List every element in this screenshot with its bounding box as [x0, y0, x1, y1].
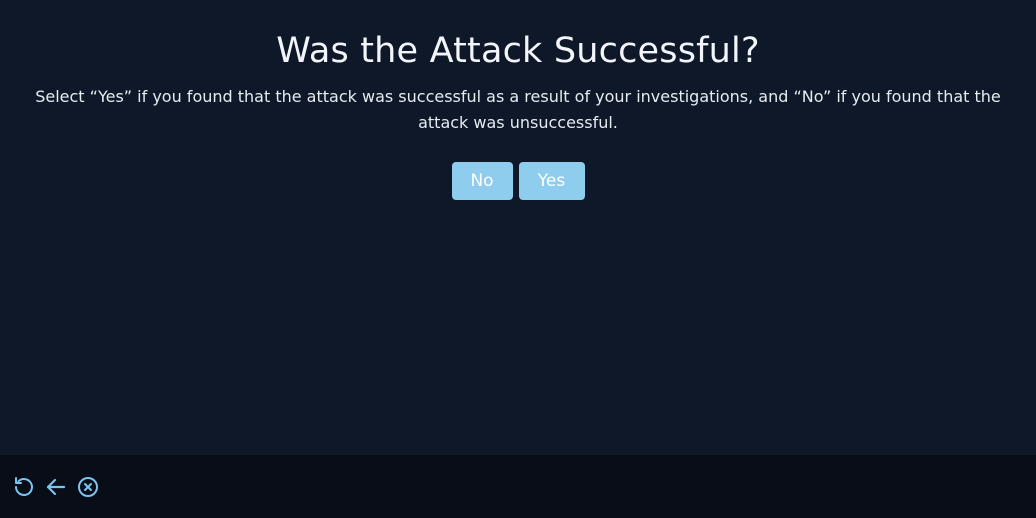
main-panel: Was the Attack Successful? Select “Yes” …: [0, 0, 1036, 455]
answer-buttons: No Yes: [0, 162, 1036, 200]
no-button[interactable]: No: [451, 162, 513, 200]
close-circle-icon[interactable]: [76, 475, 100, 499]
back-arrow-icon[interactable]: [44, 475, 68, 499]
page: Was the Attack Successful? Select “Yes” …: [0, 0, 1036, 518]
reset-icon[interactable]: [12, 475, 36, 499]
instructions-text: Select “Yes” if you found that the attac…: [35, 87, 1001, 132]
yes-button[interactable]: Yes: [518, 162, 585, 200]
footer-toolbar: [0, 455, 1036, 518]
page-title: Was the Attack Successful?: [276, 31, 760, 71]
